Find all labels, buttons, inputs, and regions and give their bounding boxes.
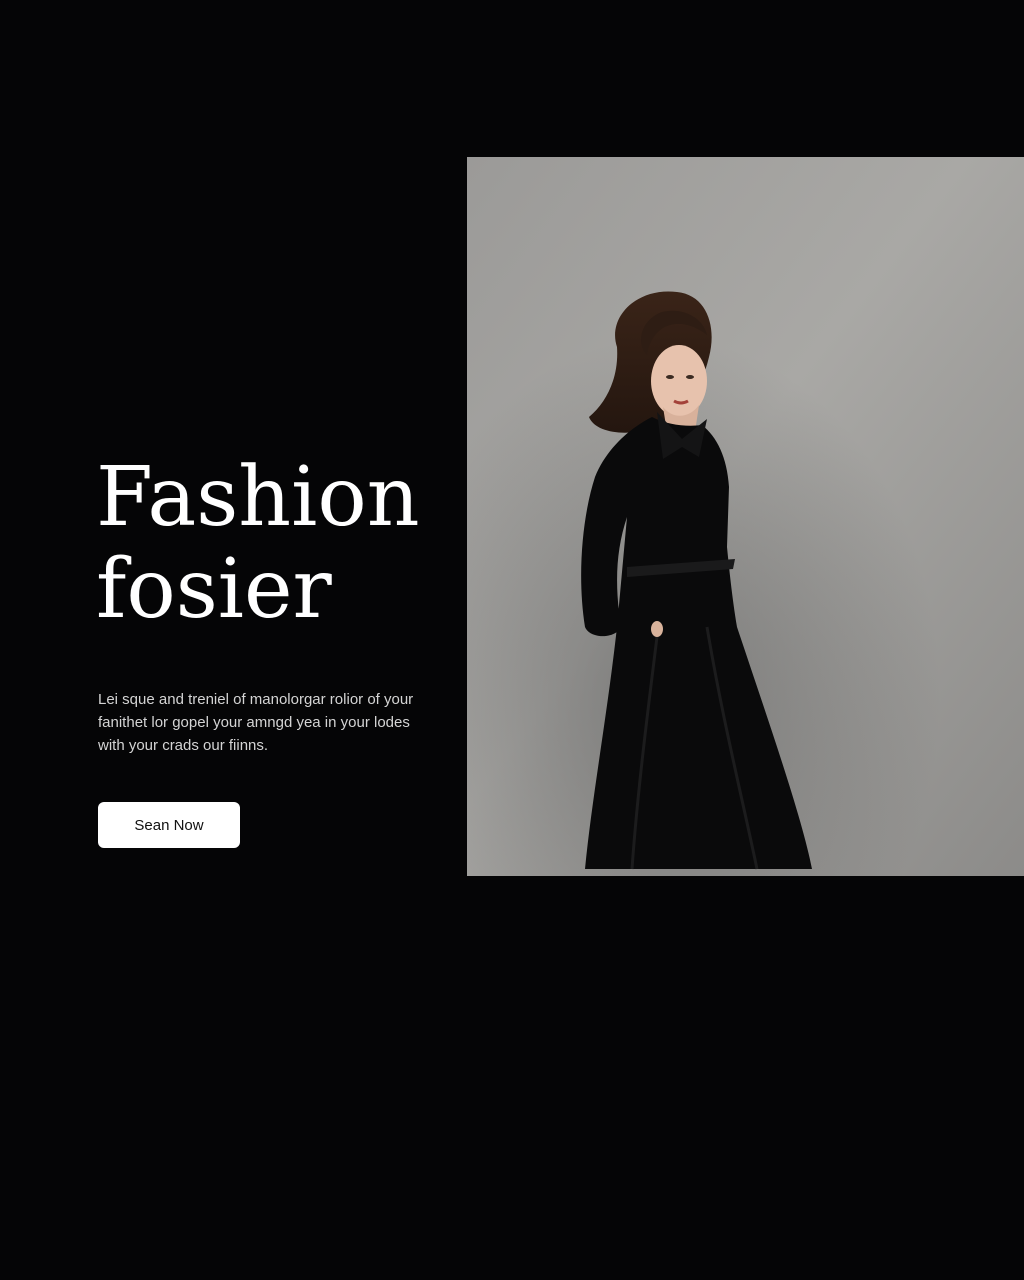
model-photo-illustration [467, 157, 1024, 876]
landing-page: Fashion fosier Lei sque and treniel of m… [0, 0, 1024, 1280]
hero-description-line: fanithet lor gopel your amngd yea in you… [98, 714, 410, 731]
shop-now-button[interactable]: Sean Now [98, 802, 240, 848]
hero-description: Lei sque and treniel of manolorgar rolio… [98, 688, 458, 757]
hero-description-line: Lei sque and treniel of manolorgar rolio… [98, 691, 414, 708]
hero-photo [467, 157, 1024, 876]
hero-title-line-1: Fashion [96, 450, 420, 545]
hero-title: Fashion fosier [96, 452, 420, 636]
hero-description-line: with your crads our fiinns. [98, 737, 269, 754]
hero-title-line-2: fosier [96, 542, 332, 637]
